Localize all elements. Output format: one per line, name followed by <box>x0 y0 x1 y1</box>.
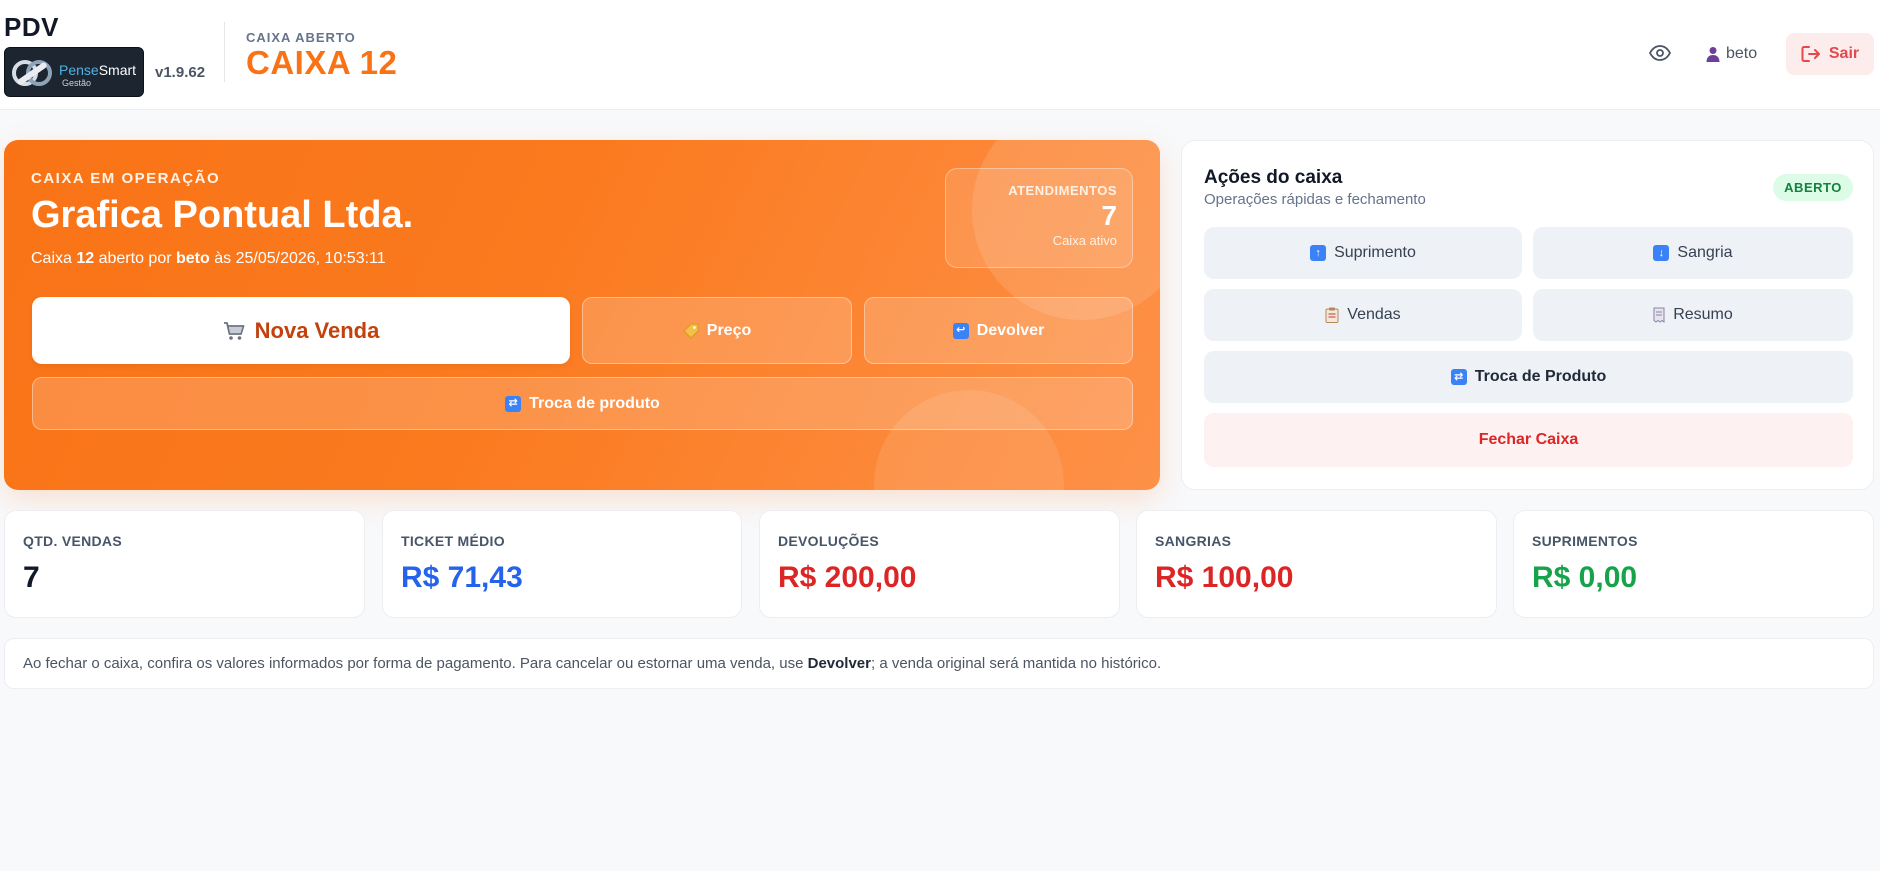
summary-button[interactable]: Resumo <box>1533 289 1853 341</box>
atendimentos-count: 7 <box>1101 200 1117 231</box>
status-badge: ABERTO <box>1773 174 1853 201</box>
stat-label: SUPRIMENTOS <box>1532 533 1638 549</box>
arrow-down-icon: ↓ <box>1653 245 1670 261</box>
user-name: beto <box>1726 45 1758 62</box>
caixa-status-label: CAIXA ABERTO <box>246 30 356 45</box>
caixa-title: CAIXA 12 <box>246 44 398 81</box>
supply-label: Suprimento <box>1334 244 1416 261</box>
atendimentos-box: ATENDIMENTOS 7 Caixa ativo <box>945 168 1133 268</box>
stat-value: R$ 71,43 <box>401 561 523 594</box>
return-label: Devolver <box>976 321 1045 339</box>
eye-icon <box>1649 45 1671 61</box>
user-icon <box>1706 47 1720 62</box>
stat-card-sales-count: QTD. VENDAS 7 <box>4 510 365 618</box>
exchange-arrows-icon: ⇄ <box>505 395 522 412</box>
return-button[interactable]: ↩ Devolver <box>864 297 1133 364</box>
clipboard-icon <box>1325 307 1339 323</box>
company-name: Grafica Pontual Ltda. <box>31 194 414 236</box>
stat-value: 7 <box>23 561 40 594</box>
stat-label: DEVOLUÇÕES <box>778 533 880 549</box>
version-label: v1.9.62 <box>155 64 206 81</box>
operation-label: CAIXA EM OPERAÇÃO <box>31 170 221 187</box>
note-emphasis: Devolver <box>807 655 871 672</box>
stat-card-average-ticket: TICKET MÉDIO R$ 71,43 <box>382 510 742 618</box>
logo-text: PenseSmart <box>59 62 137 78</box>
logo-chain-icon <box>12 60 52 86</box>
new-sale-label: Nova Venda <box>254 317 380 343</box>
shopping-cart-icon <box>223 321 245 340</box>
product-exchange-label: Troca de produto <box>529 394 660 412</box>
caixa-info: Caixa 12 aberto por beto às 25/05/2026, … <box>31 250 386 267</box>
sales-label: Vendas <box>1347 306 1401 323</box>
price-label: Preço <box>706 321 752 339</box>
close-cash-label: Fechar Caixa <box>1478 431 1579 448</box>
cash-actions-panel: Ações do caixa Operações rápidas e fecha… <box>1181 140 1874 490</box>
logo-subtitle: Gestão <box>62 78 92 88</box>
stat-value: R$ 0,00 <box>1532 561 1638 594</box>
app-header: PDV PenseSmart Gestão v1.9.62 CAIXA ABER… <box>0 0 1880 110</box>
new-sale-button[interactable]: Nova Venda <box>32 297 570 364</box>
actions-title: Ações do caixa <box>1204 167 1343 188</box>
closing-info-note: Ao fechar o caixa, confira os valores in… <box>4 638 1874 689</box>
price-tag-icon <box>683 323 699 339</box>
summary-label: Resumo <box>1673 306 1733 323</box>
header-divider <box>224 22 225 82</box>
product-exchange-button[interactable]: ⇄ Troca de produto <box>32 377 1133 430</box>
price-button[interactable]: Preço <box>582 297 852 364</box>
receipt-icon <box>1653 307 1665 323</box>
actions-subtitle: Operações rápidas e fechamento <box>1204 191 1426 208</box>
arrow-up-icon: ↑ <box>1310 245 1327 261</box>
stat-card-withdrawals: SANGRIAS R$ 100,00 <box>1136 510 1497 618</box>
logout-button[interactable]: Sair <box>1786 33 1874 75</box>
close-cash-button[interactable]: Fechar Caixa <box>1204 413 1853 467</box>
product-exchange-action-label: Troca de Produto <box>1474 368 1607 385</box>
logout-label: Sair <box>1828 45 1860 62</box>
atendimentos-label: ATENDIMENTOS <box>1008 183 1117 198</box>
withdrawal-label: Sangria <box>1677 244 1733 261</box>
caixa-operation-card: CAIXA EM OPERAÇÃO Grafica Pontual Ltda. … <box>4 140 1160 490</box>
supply-button[interactable]: ↑ Suprimento <box>1204 227 1522 279</box>
product-exchange-action-button[interactable]: ⇄ Troca de Produto <box>1204 351 1853 403</box>
withdrawal-button[interactable]: ↓ Sangria <box>1533 227 1853 279</box>
exchange-arrows-icon: ⇄ <box>1450 369 1467 385</box>
brand-logo: PenseSmart Gestão <box>4 47 144 97</box>
stat-label: QTD. VENDAS <box>23 533 122 549</box>
stat-label: SANGRIAS <box>1155 533 1232 549</box>
user-menu[interactable]: beto <box>1706 42 1757 66</box>
stat-card-supplies: SUPRIMENTOS R$ 0,00 <box>1513 510 1874 618</box>
note-text: Ao fechar o caixa, confira os valores in… <box>23 655 1162 672</box>
toggle-visibility-button[interactable] <box>1645 38 1675 68</box>
stat-value: R$ 100,00 <box>1155 561 1294 594</box>
stat-card-returns: DEVOLUÇÕES R$ 200,00 <box>759 510 1120 618</box>
stat-value: R$ 200,00 <box>778 561 917 594</box>
logout-icon <box>1801 46 1820 62</box>
app-title: PDV <box>4 12 59 42</box>
atendimentos-sub: Caixa ativo <box>1052 233 1117 248</box>
stat-label: TICKET MÉDIO <box>401 533 505 549</box>
sales-button[interactable]: Vendas <box>1204 289 1522 341</box>
return-arrow-icon: ↩ <box>952 322 969 339</box>
